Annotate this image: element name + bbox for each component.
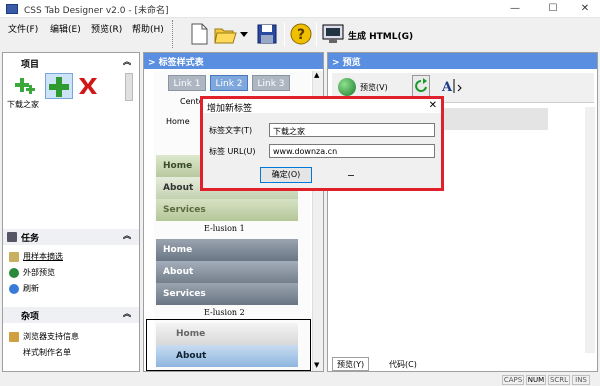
new-file-icon xyxy=(191,23,208,45)
monitor-icon xyxy=(322,24,344,43)
project-section-header[interactable]: 项目 ︽ xyxy=(3,55,139,71)
scroll-down-icon: ▼ xyxy=(314,361,320,369)
misc-browser-support[interactable]: 浏览器支持信息 xyxy=(23,331,79,342)
collapse-icon: ︽ xyxy=(123,231,131,240)
add-tab-dialog: 增加新标签 ✕ 标签文字(T) 下载之家 标签 URL(U) www.downz… xyxy=(200,96,444,191)
new-file-button[interactable] xyxy=(186,21,212,47)
add-tab-button[interactable] xyxy=(13,75,39,97)
generate-html-label[interactable]: 生成 HTML(G) xyxy=(348,29,413,42)
menu-preview[interactable]: 预览(R) xyxy=(91,22,122,35)
status-scrl: SCRL xyxy=(548,375,570,385)
open-dropdown-button[interactable] xyxy=(238,21,250,47)
preview-render-area xyxy=(438,108,548,130)
collapse-icon: ︽ xyxy=(123,57,131,66)
app-icon xyxy=(6,4,18,14)
ok-button[interactable]: 确定(O) xyxy=(260,167,312,183)
chevron-down-icon xyxy=(240,32,248,37)
preview-button[interactable]: 预览(V) xyxy=(360,82,388,93)
close-button[interactable]: ✕ xyxy=(570,2,600,16)
dialog-title: 增加新标签 xyxy=(203,99,441,114)
help-button[interactable]: ? xyxy=(288,21,314,47)
globe-icon xyxy=(9,268,19,278)
collapse-icon: ︽ xyxy=(123,309,131,318)
url-label: 标签 URL(U) xyxy=(209,147,256,156)
left-panel: 项目 ︽ 下载之家 任务 ︽ 用样本摘选 外部预览 刷新 杂项 ︽ 浏览器支持信… xyxy=(2,52,140,372)
plus-icon xyxy=(49,77,69,97)
dialog-cursor xyxy=(348,175,354,176)
label-text-input[interactable]: 下载之家 xyxy=(269,123,435,137)
browser-info-icon xyxy=(9,332,19,342)
preview-tab-link2[interactable]: Link 2 xyxy=(210,75,248,91)
minimize-button[interactable]: — xyxy=(500,2,530,16)
misc-section-header[interactable]: 杂项 ︽ xyxy=(3,307,139,323)
task-use-sample[interactable]: 用样本摘选 xyxy=(23,251,63,262)
open-folder-icon xyxy=(214,28,237,44)
refresh-icon xyxy=(415,78,427,92)
preset3-about[interactable]: About xyxy=(156,345,298,367)
preset2-services[interactable]: Services xyxy=(156,283,298,305)
dialog-close-icon[interactable]: ✕ xyxy=(429,100,437,111)
help-icon: ? xyxy=(290,23,312,45)
misc-header-label: 杂项 xyxy=(21,312,40,322)
delete-button[interactable] xyxy=(75,75,101,97)
svg-text:A: A xyxy=(441,80,453,95)
preset2-caption: E-lusion 2 xyxy=(204,308,245,317)
menu-file[interactable]: 文件(F) xyxy=(8,22,38,35)
toolbar-grip xyxy=(172,20,175,48)
status-ins: INS xyxy=(572,375,590,385)
bottom-tab-preview[interactable]: 预览(Y) xyxy=(332,357,370,371)
save-icon xyxy=(257,24,277,44)
preset2-about[interactable]: About xyxy=(156,261,298,283)
generate-html-button[interactable] xyxy=(320,21,346,47)
style-sample-home: Home xyxy=(166,117,190,126)
project-header-label: 项目 xyxy=(21,60,40,70)
preview-tab-link3[interactable]: Link 3 xyxy=(252,75,290,91)
status-num: NUM xyxy=(526,375,546,385)
menu-bar: 文件(F) 编辑(E) 预览(R) 帮助(H) xyxy=(0,18,180,38)
status-bar: CAPS NUM SCRL INS xyxy=(0,374,600,386)
preset1-caption: E-lusion 1 xyxy=(204,224,245,233)
menu-edit[interactable]: 编辑(E) xyxy=(50,22,81,35)
project-scrollbar[interactable] xyxy=(125,73,133,101)
task-external-preview[interactable]: 外部预览 xyxy=(23,267,55,278)
menu-help[interactable]: 帮助(H) xyxy=(132,22,164,35)
preview-tab-link1[interactable]: Link 1 xyxy=(168,75,206,91)
tasks-header-label: 任务 xyxy=(21,234,40,244)
maximize-button[interactable]: ☐ xyxy=(538,2,568,16)
preset1-services[interactable]: Services xyxy=(156,199,298,221)
misc-credits[interactable]: 样式制作名单 xyxy=(23,347,71,358)
project-item[interactable]: 下载之家 xyxy=(7,99,39,110)
add-button[interactable] xyxy=(45,73,73,99)
tab-styles-header: > 标签样式表 xyxy=(144,53,323,69)
preset3-home[interactable]: Home xyxy=(156,323,298,345)
tasks-section-header[interactable]: 任务 ︽ xyxy=(3,229,139,245)
refresh-icon xyxy=(9,284,19,294)
label-text-label: 标签文字(T) xyxy=(209,126,253,135)
bottom-tab-code[interactable]: 代码(C) xyxy=(384,357,422,371)
task-refresh[interactable]: 刷新 xyxy=(23,283,39,294)
font-size-icon: A xyxy=(441,79,462,95)
scroll-up-icon: ▲ xyxy=(314,71,320,79)
font-button[interactable]: A xyxy=(440,75,464,97)
preview-header: > 预览 xyxy=(328,53,597,69)
save-button[interactable] xyxy=(254,21,280,47)
tasks-icon xyxy=(7,232,17,242)
open-file-button[interactable] xyxy=(212,21,238,47)
sample-icon xyxy=(9,252,19,262)
preset2-home[interactable]: Home xyxy=(156,239,298,261)
status-caps: CAPS xyxy=(502,375,524,385)
delete-icon xyxy=(79,78,97,94)
svg-text:?: ? xyxy=(297,27,305,43)
url-input[interactable]: www.downza.cn xyxy=(269,144,435,158)
globe-icon xyxy=(338,78,356,96)
window-title: CSS Tab Designer v2.0 - [未命名] xyxy=(24,6,169,16)
toolbar: ? 生成 HTML(G) xyxy=(172,18,420,52)
add-multi-icon xyxy=(15,78,35,94)
preview-scrollbar[interactable] xyxy=(585,107,595,353)
title-bar: CSS Tab Designer v2.0 - [未命名] — ☐ ✕ xyxy=(0,0,600,18)
